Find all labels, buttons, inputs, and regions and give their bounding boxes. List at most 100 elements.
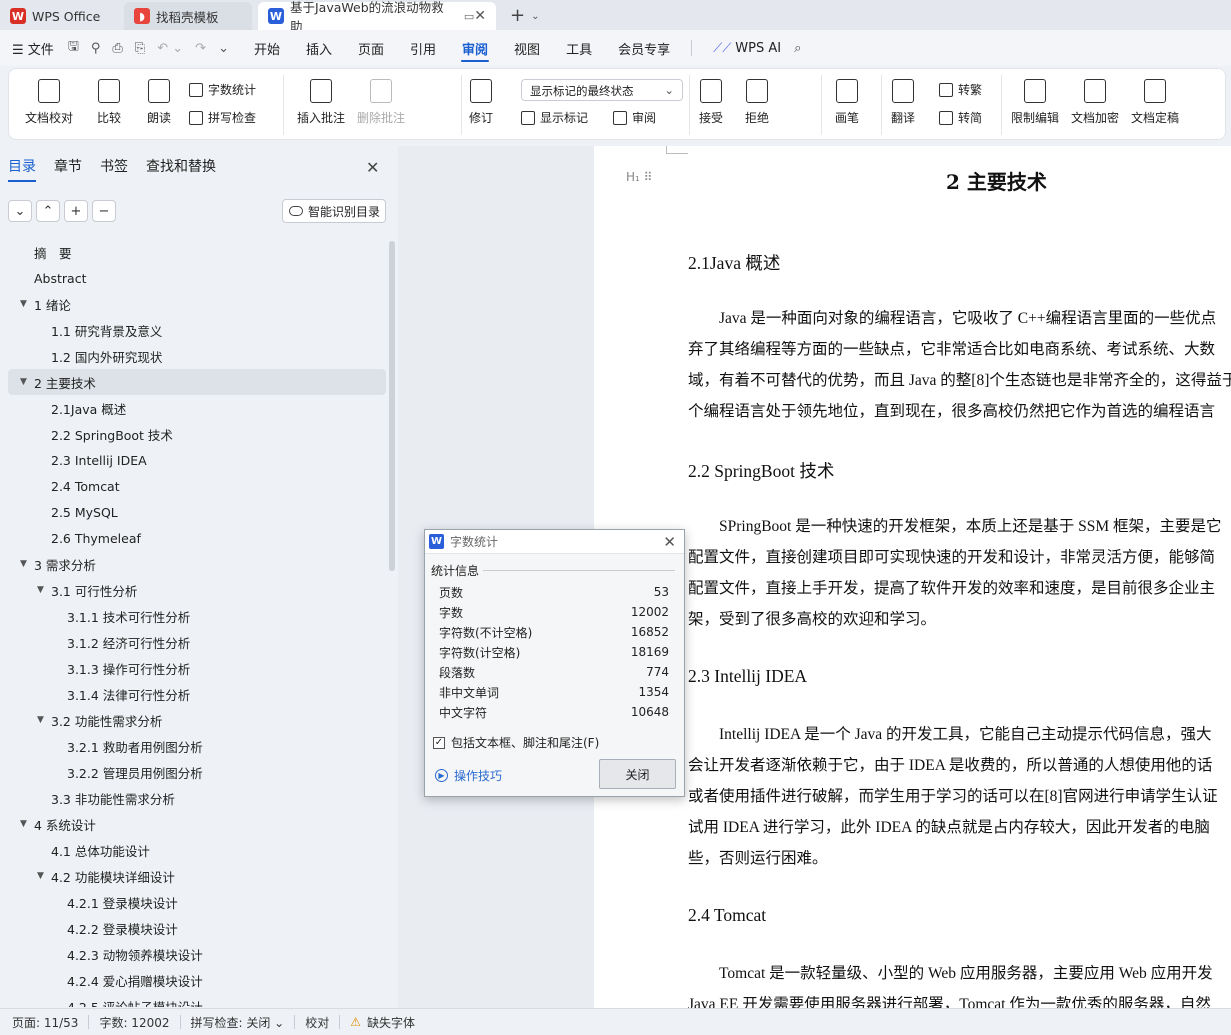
word-count-button[interactable]: 字数统计	[189, 81, 256, 98]
toc-item[interactable]: 2.2 SpringBoot 技术	[8, 421, 386, 447]
toc-item[interactable]: 4.1 总体功能设计	[8, 837, 386, 863]
pen-button[interactable]: 画笔	[835, 79, 859, 126]
word-count-indicator[interactable]: 字数: 12002	[99, 1014, 169, 1031]
new-tab-icon[interactable]: +	[502, 5, 531, 30]
tips-link[interactable]: ▶ 操作技巧	[435, 767, 502, 784]
document-page[interactable]: H₁ ⠿ 2 主要技术 2.1Java 概述 Java 是一种面向对象的编程语言…	[594, 146, 1231, 1008]
toc-item[interactable]: ▼ 3.1 可行性分析	[8, 577, 386, 603]
close-tab-icon[interactable]: ✕	[474, 8, 486, 24]
toc-item[interactable]: 4.2.5 评论帖子模块设计	[8, 993, 386, 1008]
toc-item[interactable]: 2.6 Thymeleaf	[8, 525, 386, 551]
toc-item[interactable]: 摘 要	[8, 239, 386, 265]
show-markup-button[interactable]: 显示标记	[521, 109, 588, 126]
include-textbox-checkbox[interactable]: ✓ 包括文本框、脚注和尾注(F)	[433, 734, 599, 751]
toc-item[interactable]: 4.2.2 登录模块设计	[8, 915, 386, 941]
toc-item[interactable]: 2.5 MySQL	[8, 499, 386, 525]
toc-item[interactable]: ▼ 3 需求分析	[8, 551, 386, 577]
spell-check-button[interactable]: 拼写检查	[189, 109, 256, 126]
close-icon[interactable]: ✕	[663, 533, 676, 551]
expand-caret-icon[interactable]: ▼	[20, 559, 27, 569]
expand-down-icon[interactable]: ⌄	[8, 200, 32, 222]
delete-comment-button[interactable]: 删除批注	[357, 79, 405, 126]
nav-tab-bookmarks[interactable]: 书签	[100, 156, 128, 182]
read-aloud-button[interactable]: 朗读	[147, 79, 171, 126]
file-menu[interactable]: ☰ 文件	[12, 39, 54, 58]
redo-icon[interactable]: ↷	[195, 41, 206, 56]
toc-item[interactable]: 1.2 国内外研究现状	[8, 343, 386, 369]
markup-state-select[interactable]: 显示标记的最终状态 ⌄	[521, 79, 683, 101]
toc-item[interactable]: ▼ 4.2 功能模块详细设计	[8, 863, 386, 889]
smart-toc-button[interactable]: 智能识别目录	[282, 199, 386, 223]
revise-button[interactable]: 修订	[469, 79, 493, 126]
expand-caret-icon[interactable]: ▼	[20, 819, 27, 829]
toc-item[interactable]: 2.4 Tomcat	[8, 473, 386, 499]
search-icon[interactable]: ⌕	[794, 41, 801, 56]
to-traditional-button[interactable]: 转繁	[939, 81, 982, 98]
toc-item[interactable]: 4.2.4 爱心捐赠模块设计	[8, 967, 386, 993]
toc-item[interactable]: 2.3 Intellij IDEA	[8, 447, 386, 473]
nav-tab-sections[interactable]: 章节	[54, 156, 82, 182]
spell-check-status[interactable]: 拼写检查: 关闭 ⌄	[191, 1014, 285, 1031]
print-preview-icon[interactable]: ⎘	[135, 41, 145, 56]
more-chevron-icon[interactable]: ⌄	[218, 41, 229, 56]
toc-item[interactable]: ▼ 2 主要技术	[8, 369, 386, 395]
toc-item[interactable]: 4.2.3 动物领养模块设计	[8, 941, 386, 967]
toc-item[interactable]: 3.2.1 救助者用例图分析	[8, 733, 386, 759]
print-icon[interactable]: ⎙	[112, 41, 122, 56]
toc-item[interactable]: ▼ 3.2 功能性需求分析	[8, 707, 386, 733]
tab-reference[interactable]: 引用	[397, 30, 449, 66]
toc-scrollbar[interactable]	[389, 241, 395, 571]
restrict-edit-button[interactable]: 限制编辑	[1011, 79, 1059, 126]
drag-handle-icon[interactable]: H₁ ⠿	[626, 170, 652, 184]
finalize-button[interactable]: 文档定稿	[1131, 79, 1179, 126]
tab-template[interactable]: ◗ 找稻壳模板	[124, 2, 252, 30]
collapse-up-icon[interactable]: ⌃	[36, 200, 60, 222]
tab-review[interactable]: 审阅	[449, 30, 501, 66]
nav-tab-find-replace[interactable]: 查找和替换	[146, 156, 216, 182]
toc-item[interactable]: 3.1.2 经济可行性分析	[8, 629, 386, 655]
tab-document[interactable]: W 基于JavaWeb的流浪动物救助 ▭ ✕	[258, 0, 496, 34]
review-pane-button[interactable]: 审阅	[613, 109, 656, 126]
remove-icon[interactable]: −	[92, 200, 116, 222]
reject-button[interactable]: 拒绝	[745, 79, 769, 126]
share-icon[interactable]: ⚲	[91, 41, 101, 56]
to-simplified-button[interactable]: 转简	[939, 109, 982, 126]
missing-font-status[interactable]: 缺失字体	[367, 1014, 415, 1031]
expand-caret-icon[interactable]: ▼	[20, 299, 27, 309]
compare-button[interactable]: 比较	[97, 79, 121, 126]
page-indicator[interactable]: 页面: 11/53	[12, 1014, 78, 1031]
tab-tools[interactable]: 工具	[553, 30, 605, 66]
toc-item[interactable]: 1.1 研究背景及意义	[8, 317, 386, 343]
tab-page[interactable]: 页面	[345, 30, 397, 66]
tab-insert[interactable]: 插入	[293, 30, 345, 66]
toc-item[interactable]: ▼ 4 系统设计	[8, 811, 386, 837]
wps-ai-button[interactable]: ⟋⟋ WPS AI	[700, 30, 794, 66]
accept-button[interactable]: 接受	[699, 79, 723, 126]
expand-caret-icon[interactable]: ▼	[37, 585, 44, 595]
toc-item[interactable]: 3.3 非功能性需求分析	[8, 785, 386, 811]
tab-view[interactable]: 视图	[501, 30, 553, 66]
translate-button[interactable]: 翻译	[891, 79, 915, 126]
chevron-down-icon[interactable]: ⌄	[531, 11, 539, 30]
expand-caret-icon[interactable]: ▼	[37, 871, 44, 881]
add-icon[interactable]: +	[64, 200, 88, 222]
insert-comment-button[interactable]: 插入批注	[297, 79, 345, 126]
toc-item[interactable]: ▼ 1 绪论	[8, 291, 386, 317]
expand-caret-icon[interactable]: ▼	[37, 715, 44, 725]
toc-item[interactable]: 3.2.2 管理员用例图分析	[8, 759, 386, 785]
tab-member[interactable]: 会员专享	[605, 30, 683, 66]
doc-check-button[interactable]: 文档校对	[25, 79, 73, 126]
toc-item[interactable]: 3.1.1 技术可行性分析	[8, 603, 386, 629]
save-icon[interactable]: 🖫	[68, 37, 79, 59]
close-button[interactable]: 关闭	[599, 759, 676, 789]
encrypt-button[interactable]: 文档加密	[1071, 79, 1119, 126]
toc-item[interactable]: Abstract	[8, 265, 386, 291]
window-icon[interactable]: ▭	[464, 10, 474, 23]
proof-status[interactable]: 校对	[305, 1014, 329, 1031]
toc-item[interactable]: 3.1.4 法律可行性分析	[8, 681, 386, 707]
undo-icon[interactable]: ↶ ⌄	[157, 41, 183, 56]
toc-item[interactable]: 4.2.1 登录模块设计	[8, 889, 386, 915]
nav-tab-toc[interactable]: 目录	[8, 156, 36, 182]
toc-item[interactable]: 2.1Java 概述	[8, 395, 386, 421]
close-icon[interactable]: ✕	[366, 158, 379, 177]
